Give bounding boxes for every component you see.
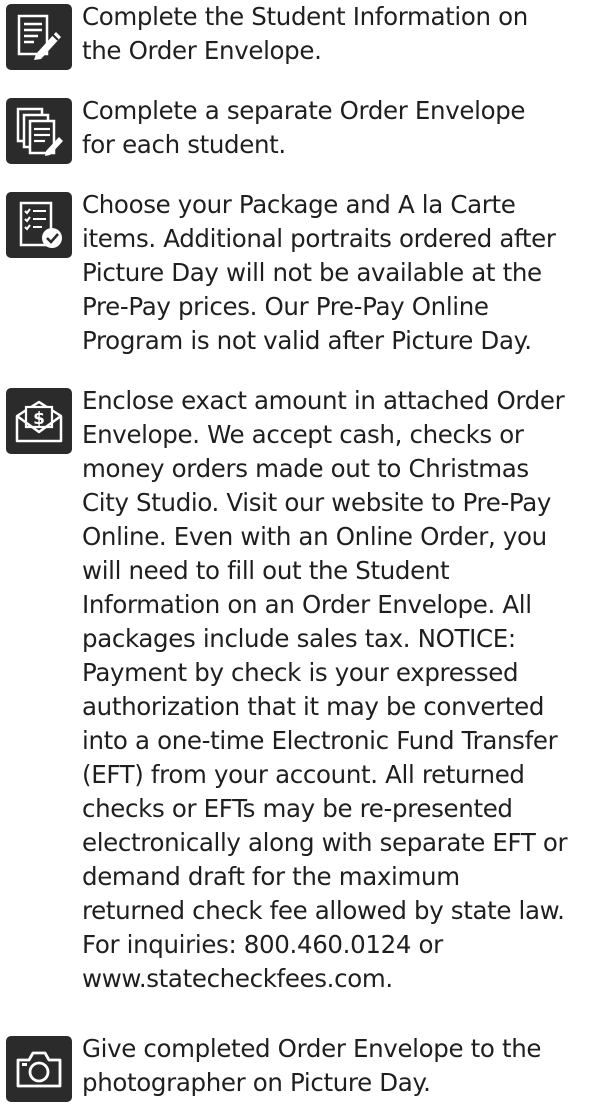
step-4-line: authorization that it may be converted bbox=[82, 692, 545, 721]
step-4-line: For inquiries: 800.460.0124 or bbox=[82, 930, 443, 959]
step-3-line: Choose your Package and A la Carte bbox=[82, 190, 516, 219]
step-3-text: Choose your Package and A la Carte items… bbox=[82, 188, 556, 358]
step-2: Complete a separate Order Envelope for e… bbox=[6, 94, 605, 164]
step-4-line: Online. Even with an Online Order, you bbox=[82, 522, 547, 551]
step-4-line: (EFT) from your account. All returned bbox=[82, 760, 525, 789]
step-4-line: Enclose exact amount in attached Order bbox=[82, 386, 565, 415]
step-4-line: returned check fee allowed by state law. bbox=[82, 896, 565, 925]
step-5-text: Give completed Order Envelope to the pho… bbox=[82, 1032, 541, 1100]
step-4-line: Information on an Order Envelope. All bbox=[82, 590, 532, 619]
step-5-line: photographer on Picture Day. bbox=[82, 1068, 431, 1097]
step-2-line: Complete a separate Order Envelope bbox=[82, 96, 526, 125]
step-1-text: Complete the Student Information on the … bbox=[82, 0, 528, 68]
camera-icon bbox=[6, 1036, 72, 1102]
step-2-text: Complete a separate Order Envelope for e… bbox=[82, 94, 525, 162]
step-4-line: money orders made out to Christmas bbox=[82, 454, 529, 483]
step-4-line: Envelope. We accept cash, checks or bbox=[82, 420, 524, 449]
step-4-text: Enclose exact amount in attached Order E… bbox=[82, 384, 568, 996]
step-3-line: items. Additional portraits ordered afte… bbox=[82, 224, 556, 253]
step-4-line: packages include sales tax. NOTICE: bbox=[82, 624, 516, 653]
step-5-line: Give completed Order Envelope to the bbox=[82, 1034, 542, 1063]
checklist-icon bbox=[6, 192, 72, 258]
step-3-line: Picture Day will not be available at the bbox=[82, 258, 542, 287]
step-4-line: electronically along with separate EFT o… bbox=[82, 828, 568, 857]
step-4-line: demand draft for the maximum bbox=[82, 862, 460, 891]
step-3-line: Pre-Pay prices. Our Pre-Pay Online bbox=[82, 292, 489, 321]
step-4-line: will need to fill out the Student bbox=[82, 556, 450, 585]
step-1: Complete the Student Information on the … bbox=[6, 0, 605, 70]
pencil-form-icon bbox=[6, 4, 72, 70]
stacked-documents-icon bbox=[6, 98, 72, 164]
step-4-line: Payment by check is your expressed bbox=[82, 658, 519, 687]
step-4-line: City Studio. Visit our website to Pre-Pa… bbox=[82, 488, 552, 517]
step-4-line: checks or EFTs may be re-presented bbox=[82, 794, 513, 823]
step-1-line: Complete the Student Information on bbox=[82, 2, 528, 31]
step-3-line: Program is not valid after Picture Day. bbox=[82, 326, 532, 355]
envelope-dollar-icon: $ bbox=[6, 388, 72, 454]
step-4-line: www.statecheckfees.com. bbox=[82, 964, 393, 993]
step-1-line: the Order Envelope. bbox=[82, 36, 322, 65]
step-4: $ Enclose exact amount in attached Order… bbox=[6, 384, 605, 996]
step-2-line: for each student. bbox=[82, 130, 286, 159]
svg-text:$: $ bbox=[33, 409, 45, 429]
step-3: Choose your Package and A la Carte items… bbox=[6, 188, 605, 358]
step-5: Give completed Order Envelope to the pho… bbox=[6, 1032, 605, 1102]
step-4-line: into a one-time Electronic Fund Transfer bbox=[82, 726, 558, 755]
